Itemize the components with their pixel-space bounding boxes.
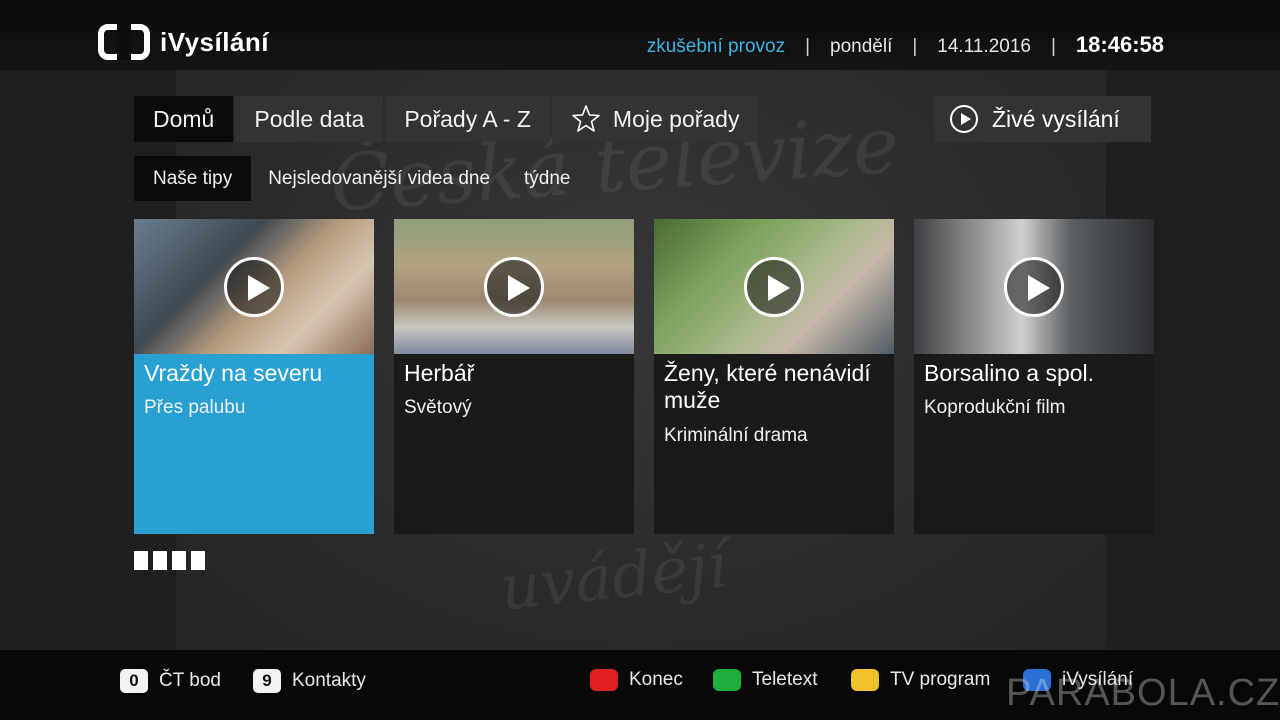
video-card[interactable]: Ženy, které nenávidí muže Kriminální dra… [654,219,894,534]
play-icon [950,105,978,133]
play-icon [224,257,284,317]
clock: 18:46:58 [1075,32,1164,57]
video-thumbnail [394,219,634,354]
main-nav: Domů Podle data Pořady A - Z Moje pořady [134,96,760,142]
separator: | [1050,36,1056,57]
top-bar: iVysílání zkušební provoz | pondělí | 14… [0,0,1280,70]
separator: | [912,36,918,57]
page-dot [153,551,167,570]
play-icon [1004,257,1064,317]
card-subtitle: Koprodukční film [924,397,1066,418]
card-title: Vraždy na severu [144,360,323,386]
page-dot [191,551,205,570]
tab-home[interactable]: Domů [134,96,234,142]
key-9-icon: 9 [253,669,281,693]
watermark: PARABOLA.CZ [1006,672,1280,714]
video-thumbnail [654,219,894,354]
logo-text: iVysílání [160,26,270,57]
subtab-label: Nejsledovanější videa dne [268,167,491,189]
tab-by-date[interactable]: Podle data [235,96,384,142]
card-title: Ženy, které nenávidí muže [664,360,871,413]
card-title: Herbář [404,360,475,386]
sub-nav: Naše tipy Nejsledovanější videa dne týdn… [134,156,588,201]
key-label: Teletext [752,669,818,690]
video-carousel: Vraždy na severu Přes palubu Herbář Svět… [134,219,1154,534]
date-label: 14.11.2016 [937,36,1031,57]
separator: | [805,36,811,57]
live-label: Živé vysílání [992,105,1120,132]
ct-logo-icon [98,22,150,60]
video-card[interactable]: Vraždy na severu Přes palubu [134,219,374,534]
tab-label: Domů [153,105,215,132]
card-subtitle: Přes palubu [144,397,246,418]
video-card[interactable]: Herbář Světový [394,219,634,534]
key-hint-tv-program[interactable]: TV program [851,669,990,691]
key-0-icon: 0 [120,669,148,693]
card-subtitle: Světový [404,397,472,418]
page-dot [172,551,186,570]
card-subtitle: Kriminální drama [664,425,808,446]
yellow-button-icon [851,669,879,691]
tab-most-watched-week[interactable]: týdne [507,156,587,201]
red-button-icon [590,669,618,691]
app-logo: iVysílání [98,22,270,60]
video-thumbnail [134,219,374,354]
page-indicator [134,551,210,570]
tab-shows-a-z[interactable]: Pořady A - Z [385,96,550,142]
trial-label: zkušební provoz [646,36,786,57]
play-icon [744,257,804,317]
tab-label: Pořady A - Z [404,105,531,132]
card-title: Borsalino a spol. [924,360,1095,386]
tab-most-watched-day[interactable]: Nejsledovanější videa dne [251,156,507,201]
day-label: pondělí [830,36,893,57]
video-thumbnail [914,219,1154,354]
subtab-label: týdne [524,167,571,189]
tab-our-tips[interactable]: Naše tipy [134,156,252,201]
video-card[interactable]: Borsalino a spol. Koprodukční film [914,219,1154,534]
key-label: Kontakty [292,670,366,691]
play-icon [484,257,544,317]
star-icon [572,105,600,132]
status-bar: zkušební provoz | pondělí | 14.11.2016 |… [647,32,1164,58]
subtab-label: Naše tipy [153,167,233,189]
key-label: ČT bod [159,670,221,691]
tab-label: Moje pořady [612,105,740,132]
key-label: Konec [629,669,683,690]
key-hint-exit[interactable]: Konec [590,669,683,691]
key-hint-contacts[interactable]: 9 Kontakty [253,669,366,693]
green-button-icon [713,669,741,691]
tab-label: Podle data [254,105,365,132]
key-hint-teletext[interactable]: Teletext [713,669,817,691]
key-hint-ct-bod[interactable]: 0 ČT bod [120,669,221,693]
page-dot [134,551,148,570]
tab-my-shows[interactable]: Moje pořady [551,96,759,142]
key-label: TV program [890,669,991,690]
live-broadcast-button[interactable]: Živé vysílání [934,96,1151,142]
